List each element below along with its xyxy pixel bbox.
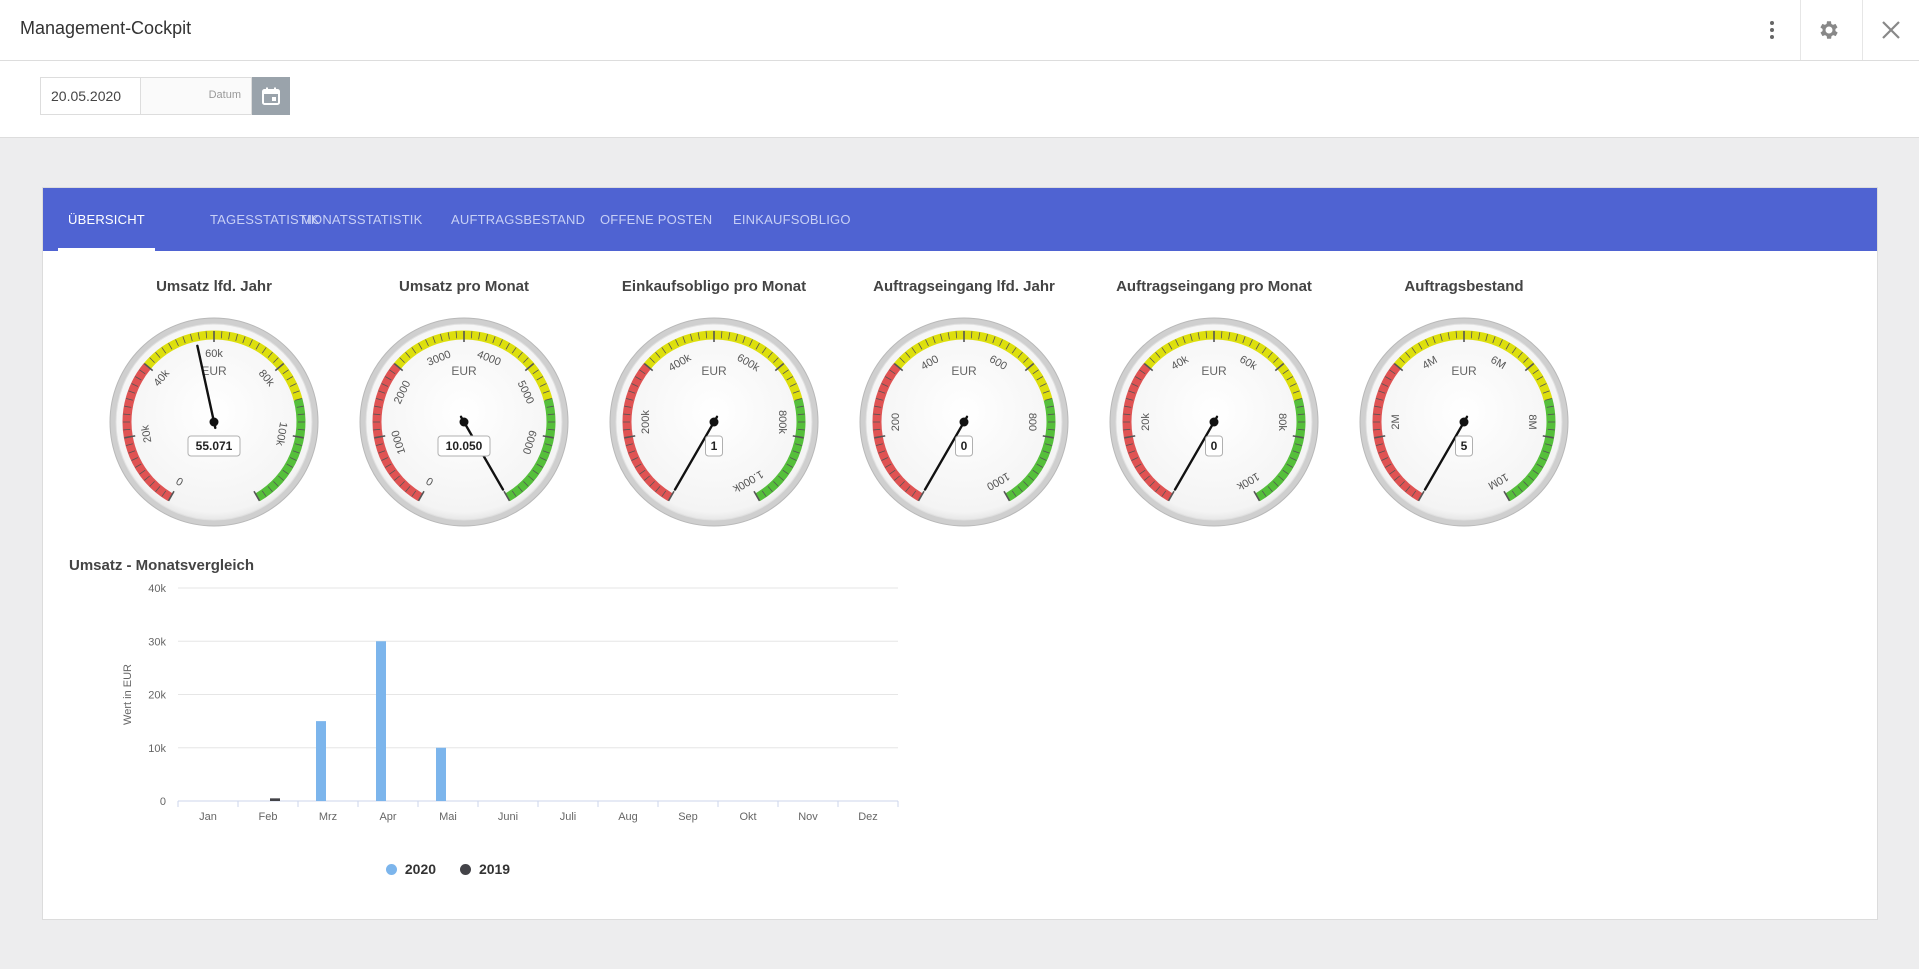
x-tick-label: Apr: [379, 811, 396, 823]
gauge-tick-label: 80k: [1276, 413, 1288, 431]
gauge-pivot: [709, 417, 719, 427]
monthly-revenue-chart: 0 10k 20k 30k 40k Wert in EUR Jan Feb Mrz Apr Mai J…: [122, 583, 899, 823]
tab-einkaufsobligo[interactable]: EINKAUFSOBLIGO: [723, 188, 861, 251]
y-tick-label: 0: [160, 796, 166, 808]
y-tick-label: 40k: [148, 583, 166, 595]
date-input[interactable]: [40, 77, 140, 115]
more-menu-button[interactable]: [1744, 0, 1800, 60]
x-tick-label: Feb: [259, 811, 278, 823]
gauge-tick-label: 800: [1026, 413, 1038, 431]
gauge-unit: EUR: [1451, 364, 1477, 378]
gauge-unit: EUR: [701, 364, 727, 378]
x-tick-label: Dez: [858, 811, 878, 823]
top-bar: Management-Cockpit: [0, 0, 1919, 61]
calendar-button[interactable]: [252, 77, 290, 115]
x-tick-label: Okt: [739, 811, 756, 823]
gauge-value: 1: [711, 439, 718, 453]
gauge-pivot: [209, 417, 219, 427]
gauge-pivot: [959, 417, 969, 427]
legend-item-2019[interactable]: 2019: [459, 861, 511, 877]
chart-legend: 2020 2019: [43, 861, 853, 878]
date-label: Datum: [208, 89, 241, 101]
gauge-tick-label: 200k: [640, 410, 652, 434]
y-axis-label: Wert in EUR: [122, 664, 134, 725]
bar-2019-Feb: [270, 798, 280, 801]
x-tick-label: Mrz: [319, 811, 337, 823]
tab-auftragsbestand[interactable]: AUFTRAGSBESTAND: [441, 188, 595, 251]
gauge-value: 55.071: [196, 439, 233, 453]
gauge-value: 0: [961, 439, 968, 453]
tab-offene-posten[interactable]: OFFENE POSTEN: [590, 188, 722, 251]
gauge-title: Auftragseingang lfd. Jahr: [873, 278, 1055, 295]
tab-bar: ÜBERSICHT TAGESSTATISTIK MONATSSTATISTIK…: [43, 188, 1877, 251]
legend-item-2020[interactable]: 2020: [385, 861, 437, 877]
filter-bar: Datum: [0, 61, 1919, 138]
gauge-title: Auftragseingang pro Monat: [1116, 278, 1312, 295]
y-tick-label: 30k: [148, 636, 166, 648]
legend-marker-2020: [385, 863, 397, 875]
y-tick-label: 10k: [148, 743, 166, 755]
gauge-pivot: [1209, 417, 1219, 427]
gauge-value: 5: [1461, 439, 1468, 453]
close-icon: [1882, 21, 1900, 39]
gauge-tick-label: 20k: [1140, 413, 1152, 431]
gauge-unit: EUR: [451, 364, 477, 378]
gauge-tick-label: 200: [890, 413, 902, 431]
gauge-unit: EUR: [1201, 364, 1227, 378]
gauge-umsatz-pro-monat: 0100020003000 400050006000EUR10.050: [359, 317, 569, 527]
gauge-title: Umsatz lfd. Jahr: [156, 278, 272, 295]
chart-title: Umsatz - Monatsvergleich: [69, 557, 255, 574]
legend-label: 2020: [404, 861, 437, 877]
gauge-auftragseingang-lfd-jahr: 200400 6008001000EUR0: [859, 317, 1069, 527]
gauge-tick-label: 2M: [1390, 414, 1402, 429]
dashboard-card: ÜBERSICHT TAGESSTATISTIK MONATSSTATISTIK…: [42, 187, 1878, 920]
gauge-auftragseingang-pro-monat: 20k40k 60k80k100kEUR0: [1109, 317, 1319, 527]
kebab-menu-icon: [1770, 21, 1774, 39]
gauge-pivot: [459, 417, 469, 427]
settings-button[interactable]: [1800, 0, 1857, 60]
y-tick-label: 20k: [148, 690, 166, 702]
x-tick-label: Mai: [439, 811, 457, 823]
gauge-unit: EUR: [951, 364, 977, 378]
gear-icon: [1820, 21, 1838, 39]
gauge-title: Einkaufsobligo pro Monat: [621, 278, 807, 295]
gauge-pivot: [1459, 417, 1469, 427]
x-tick-label: Jan: [199, 811, 217, 823]
bar-2020-Mai: [436, 747, 446, 801]
date-label-field[interactable]: Datum: [140, 77, 252, 115]
x-tick-label: Juli: [560, 811, 577, 823]
tab-uebersicht[interactable]: ÜBERSICHT: [58, 188, 155, 251]
gauge-auftragsbestand: 2M4M 6M8M10MEUR5: [1359, 317, 1569, 527]
bar-2020-Apr: [376, 641, 386, 801]
legend-label: 2019: [478, 861, 511, 877]
gauge-value: 10.050: [446, 439, 483, 453]
gauge-unit: EUR: [201, 364, 227, 378]
calendar-icon: [262, 87, 280, 105]
gauge-umsatz-lfd-jahr: 020k40k60k80k100kEUR55.071: [109, 317, 319, 527]
app-title: Management-Cockpit: [20, 18, 192, 38]
tab-monatsstatistik[interactable]: MONATSSTATISTIK: [291, 188, 432, 251]
gauge-tick-label: 800k: [776, 410, 788, 434]
x-tick-label: Aug: [618, 811, 638, 823]
gauge-value: 0: [1211, 439, 1218, 453]
x-tick-label: Juni: [498, 811, 518, 823]
gauge-tick-label: 60k: [205, 348, 223, 360]
gauge-einkaufsobligo-pro-monat: 200k400k 600k800k1.000kEUR1: [609, 317, 819, 527]
x-tick-label: Sep: [678, 811, 698, 823]
gauge-tick-label: 8M: [1526, 414, 1538, 429]
gauge-title: Umsatz pro Monat: [398, 278, 529, 295]
legend-marker-2019: [459, 863, 471, 875]
bar-2020-Mrz: [316, 721, 326, 801]
gauge-title: Auftragsbestand: [1404, 278, 1524, 295]
close-button[interactable]: [1862, 0, 1919, 60]
x-tick-label: Nov: [798, 811, 818, 823]
